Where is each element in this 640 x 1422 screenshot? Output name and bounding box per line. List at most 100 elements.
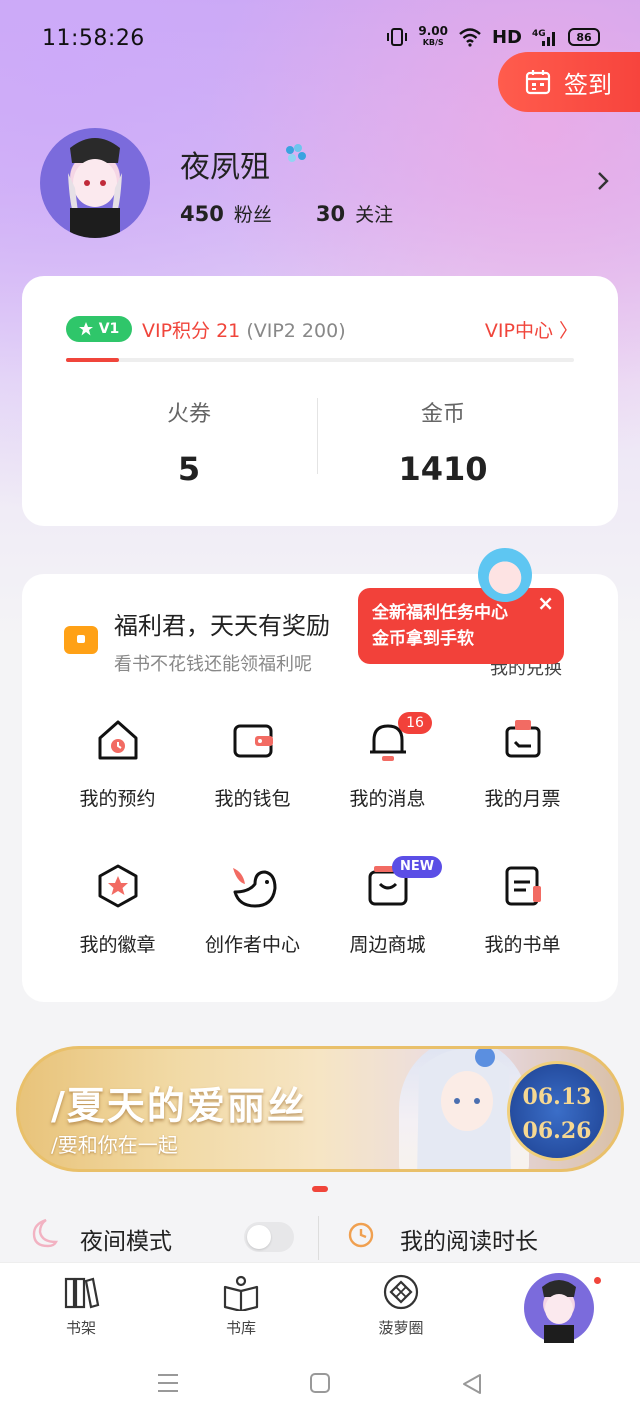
reading-time-link[interactable]: 我的阅读时长 (400, 1222, 538, 1256)
vip-level-text: V1 (98, 321, 120, 337)
coins-label: 金币 (420, 402, 465, 427)
tab-label: 菠萝圈 (378, 1319, 424, 1337)
coins-asset[interactable]: 金币 1410 (318, 396, 568, 488)
feature-row: 我的预约 我的钱包 16 我的消息 我的月票 (50, 704, 590, 850)
tab-label: 书架 (65, 1319, 96, 1337)
menu-item-booklist[interactable]: 我的书单 (455, 850, 590, 996)
menu-label: 我的月票 (484, 788, 561, 810)
open-book-icon (223, 1275, 259, 1311)
welfare-card: 福利君，天天有奖励 看书不花钱还能领福利呢 我的兑换 全新福利任务中心 金币拿到… (22, 548, 618, 1002)
promo-banner[interactable]: /夏天的爱丽丝 /要和你在一起 06.13 06.26 (16, 1046, 624, 1172)
follow-stat[interactable]: 30 关注 (316, 200, 393, 227)
status-icons: 9.00 KB/S HD 4G 86 (386, 24, 600, 48)
banner-date-start: 06.13 (522, 1084, 592, 1110)
vip-points-text: VIP积分 21 (142, 320, 241, 342)
night-mode-label: 夜间模式 (80, 1229, 172, 1255)
feature-grid: 我的预约 我的钱包 16 我的消息 我的月票 我的徽章 创作者中心 NEW 周边… (50, 704, 590, 996)
system-navigation-bar (0, 1346, 640, 1422)
bottom-tab-bar: 书架 书库 菠萝圈 (0, 1262, 640, 1346)
chevron-right-icon[interactable] (596, 170, 610, 192)
vip-card: V1 VIP积分 21 (VIP2 200) VIP中心 〉 火券 5 金币 1… (22, 276, 618, 526)
mascot-avatar (478, 548, 532, 602)
hd-indicator: HD (491, 26, 522, 48)
notification-dot (594, 1277, 601, 1284)
wifi-icon (459, 28, 481, 47)
tickets-asset[interactable]: 火券 5 (64, 396, 314, 488)
signal-icon: 4G (532, 29, 555, 46)
user-stats: 450 粉丝 30 关注 (180, 200, 393, 227)
menu-item-creator-center[interactable]: 创作者中心 (185, 850, 320, 996)
menu-label: 我的徽章 (79, 934, 156, 956)
menu-item-shop[interactable]: NEW 周边商城 (320, 850, 455, 996)
follow-count: 30 (315, 202, 346, 226)
menu-icon[interactable] (156, 1372, 180, 1394)
menu-item-messages[interactable]: 16 我的消息 (320, 704, 455, 850)
follow-label: 关注 (355, 204, 394, 226)
menu-label: 我的消息 (349, 788, 426, 810)
battery-indicator: 86 (568, 28, 600, 46)
profile-section[interactable]: 夜夙殂 450 粉丝 30 关注 (40, 128, 620, 258)
avatar-illustration (68, 138, 122, 238)
treasure-chest-icon (64, 626, 98, 654)
vip-points: VIP积分 21 (VIP2 200) (142, 316, 346, 343)
fans-stat[interactable]: 450 粉丝 (180, 200, 272, 227)
moon-icon (32, 1218, 58, 1248)
calendar-icon (525, 70, 551, 95)
pineapple-circle-icon (383, 1274, 419, 1310)
banner-subtitle: /要和你在一起 (51, 1133, 178, 1157)
tab-profile-avatar[interactable] (524, 1273, 594, 1343)
menu-item-wallet[interactable]: 我的钱包 (185, 704, 320, 850)
quick-settings-row: 夜间模式 我的阅读时长 (0, 1208, 640, 1264)
net-speed: 9.00 KB/S (418, 24, 448, 48)
tab-bookshelf[interactable]: 书架 (26, 1263, 136, 1347)
net-speed-value: 9.00 (418, 24, 448, 38)
quick-divider (318, 1216, 319, 1260)
badge-hexagon-icon (98, 864, 138, 908)
vibrate-icon (387, 28, 408, 46)
user-name: 夜夙殂 (180, 150, 270, 185)
vip-next-level: (VIP2 200) (246, 320, 346, 342)
star-icon (78, 322, 93, 336)
welfare-title[interactable]: 福利君，天天有奖励 (114, 606, 330, 641)
vip-progress-fill (66, 358, 120, 362)
night-mode-toggle[interactable] (244, 1222, 294, 1252)
unread-count-badge: 16 (398, 712, 432, 734)
banner-date-badge: 06.13 06.26 (507, 1061, 607, 1161)
menu-item-reservation[interactable]: 我的预约 (50, 704, 185, 850)
close-icon[interactable]: × (537, 590, 554, 616)
coins-value: 1410 (398, 450, 488, 488)
popup-line-2: 金币拿到手软 (372, 629, 474, 649)
tab-community[interactable]: 菠萝圈 (346, 1263, 456, 1347)
status-time: 11:58:26 (42, 26, 145, 51)
menu-item-monthly-ticket[interactable]: 我的月票 (455, 704, 590, 850)
home-square-icon[interactable] (309, 1372, 331, 1394)
net-speed-unit: KB/S (422, 38, 444, 47)
tickets-value: 5 (177, 450, 201, 488)
menu-label: 我的书单 (484, 934, 561, 956)
fans-label: 粉丝 (233, 204, 272, 226)
banner-page-indicator (312, 1186, 328, 1192)
welfare-task-popup[interactable]: 全新福利任务中心 金币拿到手软 × (358, 588, 564, 664)
back-triangle-icon[interactable] (460, 1372, 484, 1396)
user-avatar[interactable] (40, 128, 150, 238)
fans-count: 450 (180, 202, 224, 226)
tab-library[interactable]: 书库 (186, 1263, 296, 1347)
banner-date-end: 06.26 (522, 1118, 592, 1144)
vip-level-badge: V1 (66, 316, 132, 342)
booklist-icon (505, 866, 541, 906)
vip-center-link[interactable]: VIP中心 〉 (485, 316, 578, 343)
vip-progress-bar (66, 358, 574, 362)
popup-line-1: 全新福利任务中心 (372, 603, 508, 623)
checkin-button[interactable]: 签到 (498, 52, 640, 112)
bookshelf-icon (64, 1277, 100, 1309)
menu-label: 我的预约 (79, 788, 156, 810)
checkin-label: 签到 (564, 70, 612, 99)
tab-label: 书库 (225, 1319, 256, 1337)
banner-title: /夏天的爱丽丝 (51, 1083, 307, 1128)
menu-item-badges[interactable]: 我的徽章 (50, 850, 185, 996)
wallet-icon (233, 724, 273, 758)
home-clock-icon (98, 720, 138, 760)
new-badge: NEW (392, 856, 443, 878)
menu-label: 周边商城 (349, 934, 426, 956)
ticket-icon (505, 720, 541, 758)
